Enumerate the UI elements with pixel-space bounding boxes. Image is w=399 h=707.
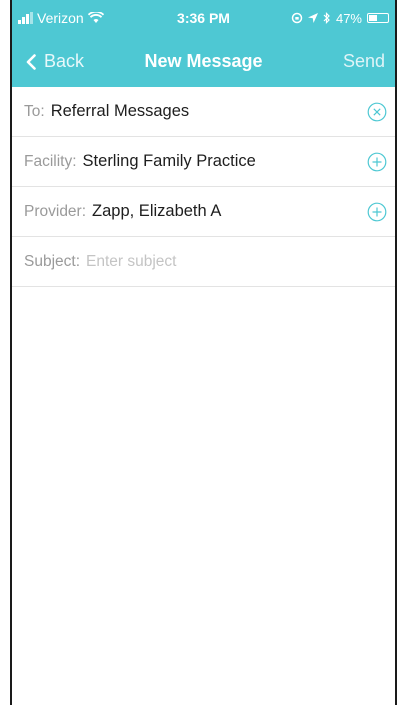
signal-strength-icon [18,12,33,24]
subject-label: Subject: [24,252,81,270]
to-value: Referral Messages [50,102,190,120]
status-right: 47% [291,11,389,26]
to-row[interactable]: To: Referral Messages [12,87,395,137]
bluetooth-icon [323,12,330,24]
add-circle-icon[interactable] [367,202,387,222]
send-button[interactable]: Send [343,51,385,72]
chevron-left-icon [26,53,36,70]
status-left: Verizon [18,10,104,26]
battery-fill [369,15,377,21]
wifi-icon [87,12,104,23]
battery-percent: 47% [335,10,362,26]
carrier-name: Verizon [37,10,84,26]
header: Verizon 3:36 PM 47% Back New Message Sen… [12,0,395,87]
add-circle-icon[interactable] [367,152,387,172]
back-label: Back [44,51,85,71]
facility-label: Facility: [24,152,77,170]
phone-screen: Verizon 3:36 PM 47% Back New Message Sen… [10,0,397,705]
provider-row[interactable]: Provider: Zapp, Elizabeth A [12,187,395,237]
rotation-lock-icon [291,12,303,24]
message-body-area[interactable] [12,287,395,707]
facility-value: Sterling Family Practice [82,152,256,170]
subject-input[interactable] [86,252,387,271]
to-label: To: [24,102,45,120]
provider-value: Zapp, Elizabeth A [92,202,222,220]
location-icon [307,13,318,23]
subject-row: Subject: [12,237,395,287]
battery-icon [367,13,389,23]
provider-label: Provider: [24,202,87,220]
clear-circle-icon[interactable] [367,102,387,122]
nav-bar: Back New Message Send [12,36,395,87]
back-button[interactable]: Back [26,51,84,72]
status-bar: Verizon 3:36 PM 47% [12,0,395,36]
facility-row[interactable]: Facility: Sterling Family Practice [12,137,395,187]
